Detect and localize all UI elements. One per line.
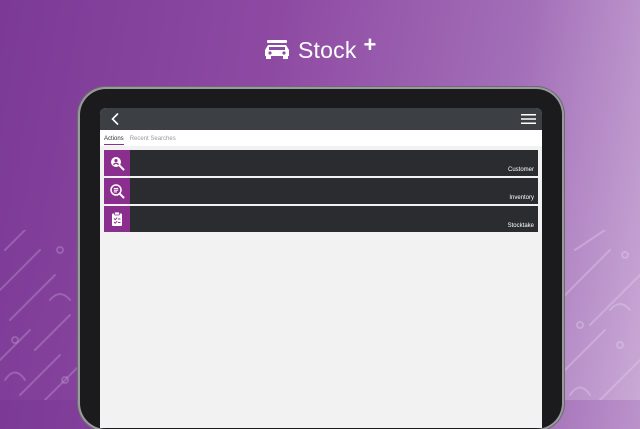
- clipboard-icon: [112, 211, 122, 226]
- action-label: Stocktake: [507, 223, 534, 229]
- menu-button[interactable]: [518, 110, 538, 128]
- chevron-left-icon: [111, 113, 119, 125]
- row-icon-box: [104, 206, 130, 232]
- tab-bar: Actions Recent Searches: [100, 130, 542, 146]
- row-icon-box: [104, 178, 130, 204]
- action-list: Customer Inventory Stocktake: [100, 146, 542, 232]
- tab-recent-searches[interactable]: Recent Searches: [130, 133, 176, 144]
- tablet-frame: Actions Recent Searches Customer Invento…: [80, 89, 562, 429]
- brand-plus: +: [363, 32, 377, 57]
- car-icon: [265, 40, 289, 59]
- app-screen: Actions Recent Searches Customer Invento…: [100, 108, 542, 428]
- action-label: Inventory: [509, 195, 534, 201]
- action-customer[interactable]: Customer: [104, 150, 538, 176]
- tab-actions[interactable]: Actions: [104, 133, 124, 145]
- action-stocktake[interactable]: Stocktake: [104, 206, 538, 232]
- brand-logo: Stock +: [262, 32, 377, 66]
- background-pattern-right: [560, 230, 640, 400]
- hamburger-menu-icon: [520, 114, 536, 124]
- customer-search-icon: [111, 157, 125, 171]
- inventory-search-icon: [110, 184, 125, 199]
- background-pattern-left: [0, 230, 80, 400]
- app-topbar: [100, 108, 542, 130]
- back-button[interactable]: [106, 110, 124, 128]
- row-icon-box: [104, 150, 130, 176]
- brand-name: Stock: [298, 36, 357, 63]
- action-inventory[interactable]: Inventory: [104, 178, 538, 204]
- action-label: Customer: [507, 167, 534, 173]
